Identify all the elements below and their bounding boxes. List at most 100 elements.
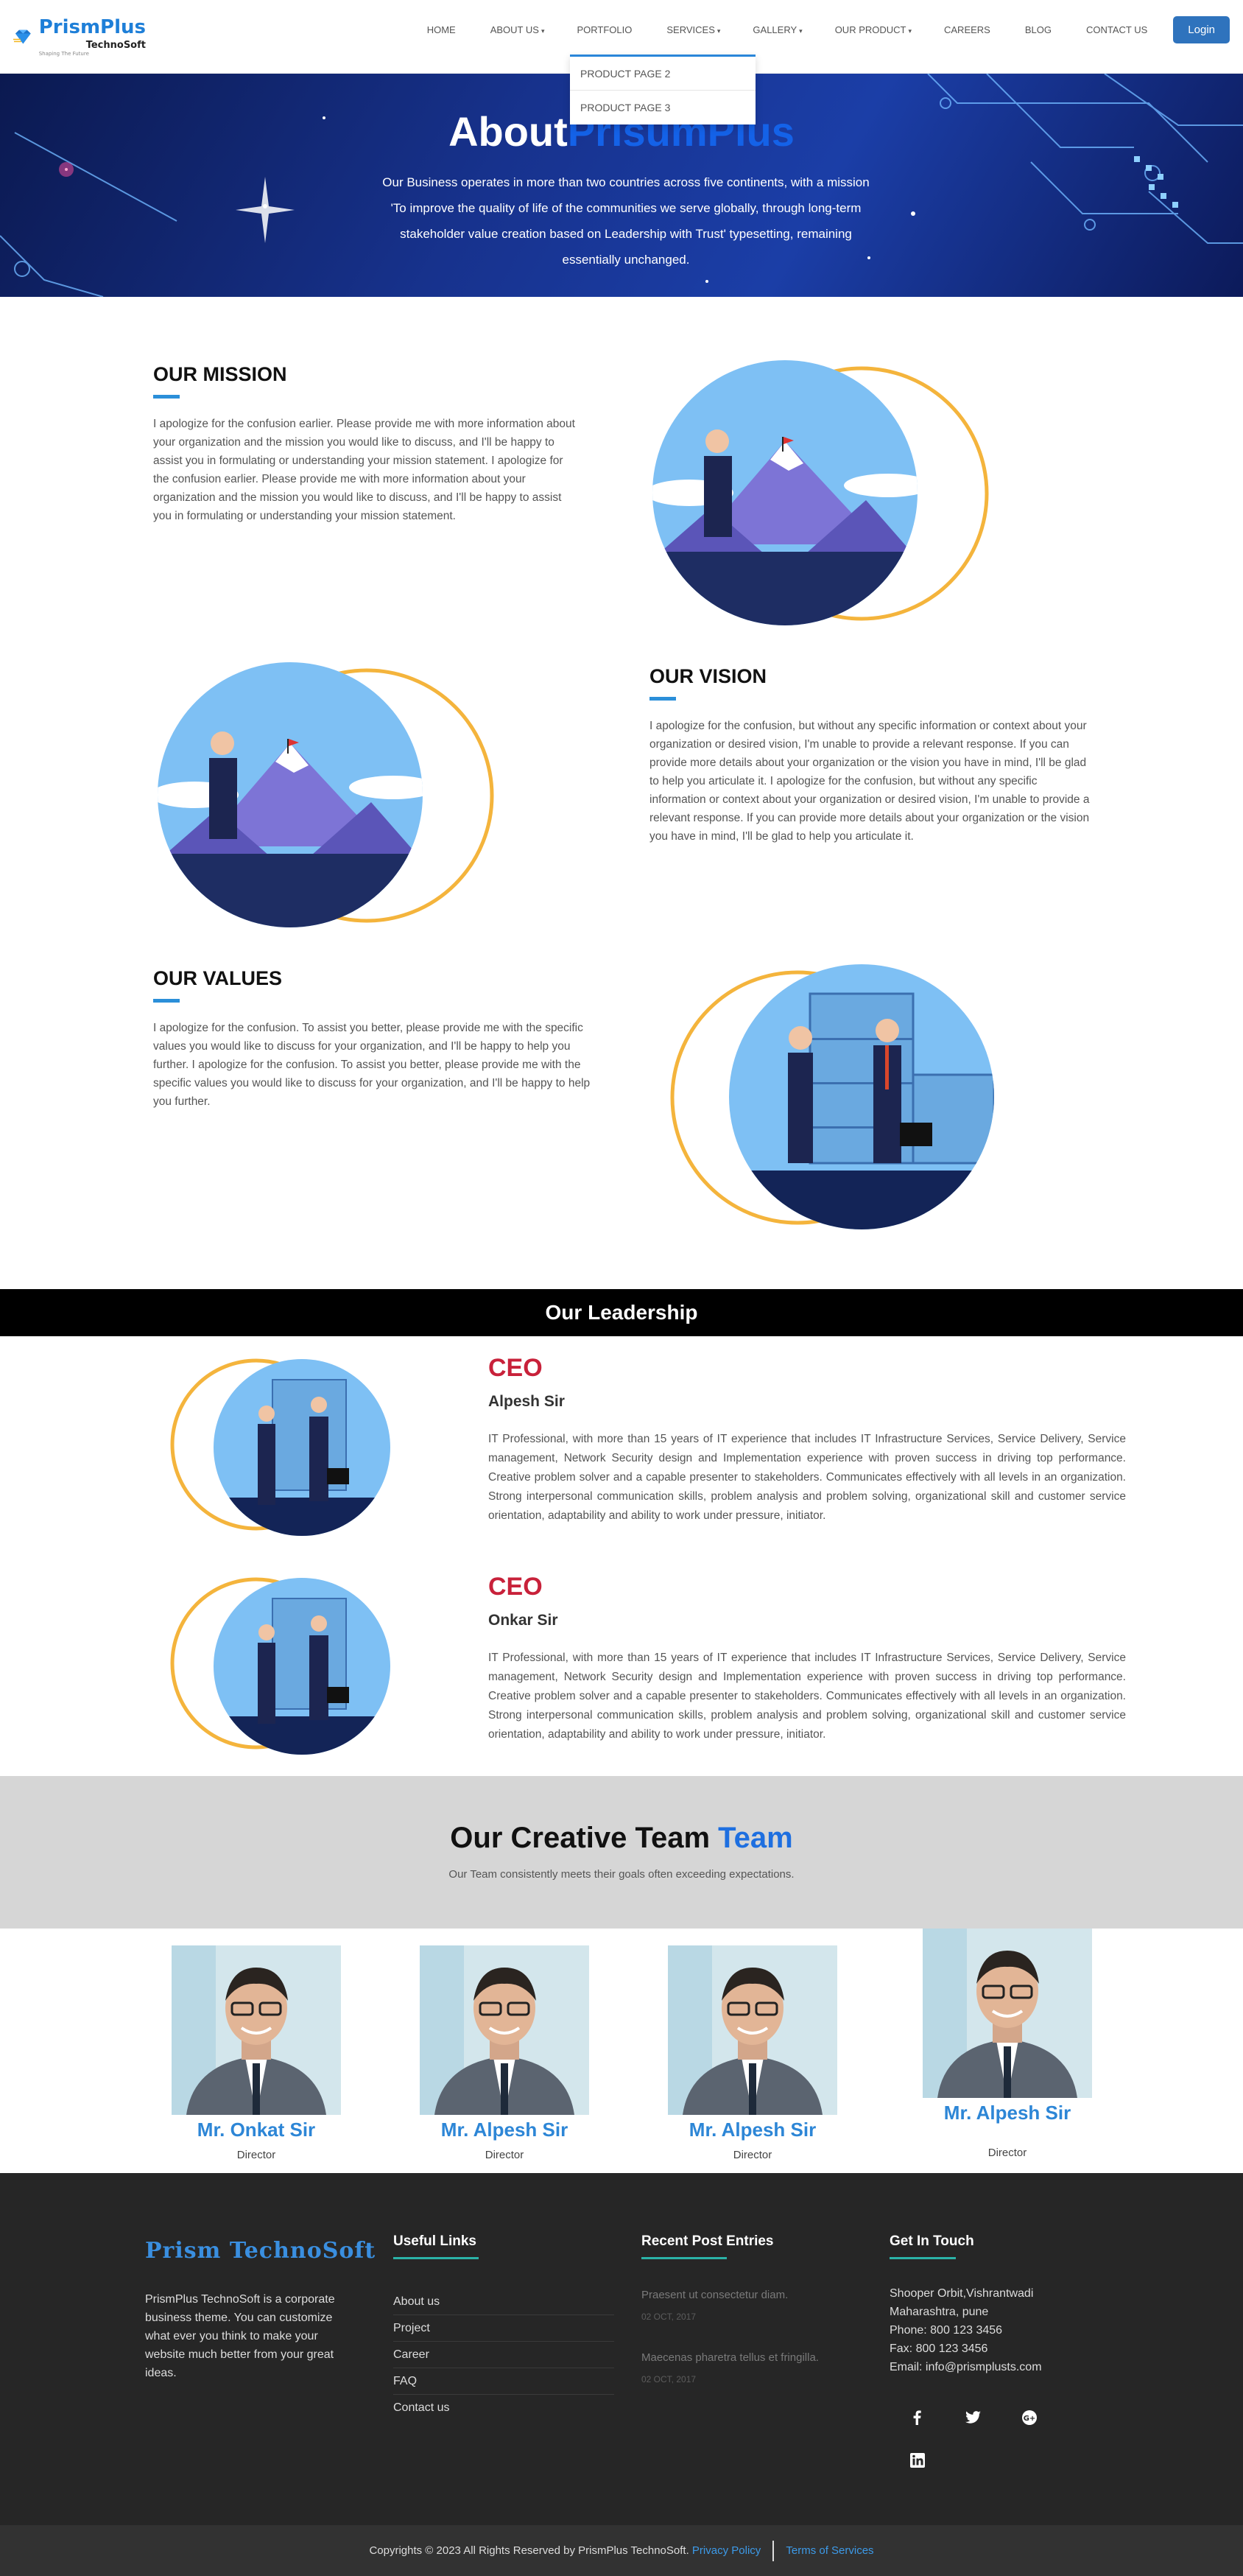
menu-item-our-product[interactable]: OUR PRODUCT ▾ — [819, 17, 928, 43]
team-member-card: Mr. Onkat Sir Director — [164, 1945, 348, 2161]
contact-email[interactable]: Email: info@prismplusts.com — [890, 2358, 1042, 2376]
member-role: Director — [987, 2147, 1027, 2159]
leader-card: CEO Onkar Sir IT Professional, with more… — [488, 1573, 1126, 1744]
recent-post-item[interactable]: Praesent ut consectetur diam. 02 OCT, 20… — [641, 2289, 819, 2322]
leader-illustration — [170, 1358, 390, 1536]
leader-card: CEO Alpesh Sir IT Professional, with mor… — [488, 1354, 1126, 1526]
leader-role: CEO — [488, 1354, 543, 1382]
footer-link-faq[interactable]: FAQ — [393, 2368, 614, 2395]
menu-item-services[interactable]: SERVICES ▾ — [650, 17, 736, 43]
login-button[interactable]: Login — [1173, 16, 1230, 43]
values-section: OUR VALUES I apologize for the confusion… — [153, 967, 602, 1111]
divider — [772, 2541, 775, 2562]
member-role: Director — [733, 2149, 772, 2161]
privacy-policy-link[interactable]: Privacy Policy — [692, 2544, 761, 2557]
footer-contact: Get In Touch Shooper Orbit,Vishrantwadi … — [890, 2233, 1042, 2376]
footer-link-career[interactable]: Career — [393, 2342, 614, 2368]
menu-item-blog[interactable]: BLOG — [1009, 17, 1070, 43]
leader-name: Onkar Sir — [488, 1612, 558, 1629]
heading-underline — [153, 999, 180, 1003]
footer-link-contact-us[interactable]: Contact us — [393, 2395, 614, 2421]
logo-main-text: PrismPlus — [38, 16, 146, 38]
post-date: 02 OCT, 2017 — [641, 2312, 697, 2322]
menu-item-careers[interactable]: CAREERS — [928, 17, 1009, 43]
google-plus-icon[interactable]: G+ — [1015, 2403, 1044, 2432]
terms-of-services-link[interactable]: Terms of Services — [786, 2544, 873, 2557]
contact-fax: Fax: 800 123 3456 — [890, 2342, 988, 2355]
contact-city: Maharashtra, pune — [890, 2306, 989, 2318]
post-title[interactable]: Maecenas pharetra tellus et fringilla. — [641, 2351, 819, 2364]
member-photo — [923, 1929, 1092, 2098]
member-name: Mr. Alpesh Sir — [689, 2119, 817, 2141]
vision-heading: OUR VISION — [649, 665, 767, 687]
mission-section: OUR MISSION I apologize for the confusio… — [153, 363, 579, 525]
post-title[interactable]: Praesent ut consectetur diam. — [641, 2289, 819, 2301]
linkedin-icon[interactable] — [903, 2446, 932, 2475]
values-text: I apologize for the confusion. To assist… — [153, 1022, 591, 1108]
chevron-down-icon: ▾ — [908, 27, 912, 35]
contact-heading: Get In Touch — [890, 2233, 974, 2249]
footer-recent-posts: Recent Post Entries Praesent ut consecte… — [641, 2233, 819, 2384]
menu-item-portfolio[interactable]: PORTFOLIO — [560, 17, 650, 43]
team-title: Our Creative Team Team — [450, 1822, 793, 1854]
dropdown-item-product-page-3[interactable]: PRODUCT PAGE 3 — [570, 91, 756, 124]
recent-posts-heading: Recent Post Entries — [641, 2233, 774, 2249]
footer-about-column: Prism TechnoSoft PrismPlus TechnoSoft is… — [145, 2238, 376, 2382]
vision-illustration — [158, 662, 494, 927]
heading-underline — [890, 2257, 956, 2259]
chevron-down-icon: ▾ — [799, 27, 803, 35]
menu-item-contact-us[interactable]: CONTACT US — [1070, 17, 1166, 43]
copyright-bar: Copyrights © 2023 All Rights Reserved by… — [0, 2525, 1243, 2576]
values-illustration — [670, 964, 994, 1229]
team-member-card: Mr. Alpesh Sir Director — [412, 1945, 596, 2161]
team-member-card: Mr. Alpesh Sir Director — [661, 1945, 845, 2161]
leader-bio: IT Professional, with more than 15 years… — [488, 1652, 1126, 1741]
footer-useful-links: Useful Links About us Project Career FAQ… — [393, 2233, 614, 2421]
mission-heading: OUR MISSION — [153, 363, 287, 385]
facebook-icon[interactable] — [903, 2403, 932, 2432]
team-member-card: Mr. Alpesh Sir Director — [915, 1929, 1099, 2159]
contact-phone: Phone: 800 123 3456 — [890, 2324, 1003, 2337]
menu-item-gallery[interactable]: GALLERY ▾ — [736, 17, 818, 43]
dropdown-item-product-page-2[interactable]: PRODUCT PAGE 2 — [570, 57, 756, 91]
site-footer: Prism TechnoSoft PrismPlus TechnoSoft is… — [0, 2173, 1243, 2525]
footer-link-about-us[interactable]: About us — [393, 2289, 614, 2315]
post-date: 02 OCT, 2017 — [641, 2374, 697, 2384]
heading-underline — [393, 2257, 479, 2259]
twitter-icon[interactable] — [959, 2403, 988, 2432]
site-logo[interactable]: PrismPlus TechnoSoft Shaping The Future — [13, 16, 146, 57]
footer-about-text: PrismPlus TechnoSoft is a corporate busi… — [145, 2293, 335, 2379]
leader-name: Alpesh Sir — [488, 1393, 565, 1410]
footer-logo[interactable]: Prism TechnoSoft — [145, 2238, 376, 2264]
menu-item-home[interactable]: HOME — [411, 17, 474, 43]
vision-text: I apologize for the confusion, but witho… — [649, 720, 1090, 843]
leader-bio: IT Professional, with more than 15 years… — [488, 1433, 1126, 1522]
heading-underline — [649, 697, 676, 701]
main-menu: HOME ABOUT US ▾ PORTFOLIO SERVICES ▾ GALLE… — [411, 16, 1230, 43]
member-role: Director — [485, 2149, 524, 2161]
copyright-text: Copyrights © 2023 All Rights Reserved by… — [369, 2544, 689, 2557]
recent-post-item[interactable]: Maecenas pharetra tellus et fringilla. 0… — [641, 2351, 819, 2384]
footer-link-project[interactable]: Project — [393, 2315, 614, 2342]
member-name: Mr. Alpesh Sir — [440, 2119, 568, 2141]
logo-sub-text: TechnoSoft — [85, 40, 146, 51]
member-photo — [420, 1945, 589, 2115]
diamond-logo-icon — [13, 29, 31, 43]
leadership-heading: Our Leadership — [0, 1289, 1243, 1336]
mission-text: I apologize for the confusion earlier. P… — [153, 418, 575, 522]
heading-underline — [641, 2257, 727, 2259]
member-role: Director — [236, 2149, 276, 2161]
team-header: Our Creative Team Team Our Team consiste… — [0, 1776, 1243, 1929]
leader-role: CEO — [488, 1573, 543, 1601]
member-name: Mr. Onkat Sir — [197, 2119, 316, 2141]
heading-underline — [153, 395, 180, 399]
about-us-dropdown: PRODUCT PAGE 2 PRODUCT PAGE 3 — [570, 55, 756, 124]
menu-item-about-us[interactable]: ABOUT US ▾ — [474, 17, 561, 43]
svg-text:G+: G+ — [1024, 2415, 1036, 2423]
member-name: Mr. Alpesh Sir — [943, 2102, 1071, 2124]
chevron-down-icon: ▾ — [540, 27, 545, 35]
vision-section: OUR VISION I apologize for the confusion… — [649, 665, 1091, 846]
values-heading: OUR VALUES — [153, 967, 283, 989]
chevron-down-icon: ▾ — [716, 27, 721, 35]
team-subtitle: Our Team consistently meets their goals … — [448, 1868, 795, 1881]
